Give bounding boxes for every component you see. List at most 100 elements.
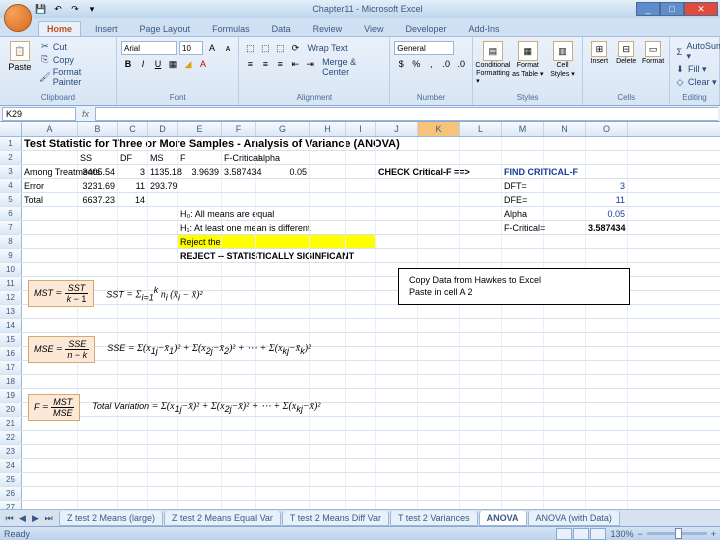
cell[interactable] [178,263,222,276]
conditional-formatting-button[interactable]: ▤ConditionalFormatting ▾ [477,41,509,85]
sheet-tab[interactable]: Z test 2 Means (large) [59,511,163,526]
cell[interactable] [148,137,178,150]
row-header-20[interactable]: 20 [0,403,22,416]
row-header-19[interactable]: 19 [0,389,22,402]
cell[interactable] [418,459,460,472]
cell[interactable] [78,459,118,472]
cell[interactable] [178,487,222,500]
cell[interactable] [418,333,460,346]
cell[interactable]: REJECT -- STATISTICALLY SIGINFICANT [178,249,222,262]
cell[interactable] [376,417,418,430]
cell[interactable] [544,347,586,360]
cell[interactable] [310,221,346,234]
cell[interactable] [586,487,628,500]
cell[interactable] [544,193,586,206]
cell[interactable] [222,473,256,486]
cell[interactable] [222,137,256,150]
maximize-button[interactable]: □ [660,2,684,16]
cell[interactable] [22,235,78,248]
cell[interactable] [544,403,586,416]
cell[interactable] [310,207,346,220]
cell[interactable] [460,235,502,248]
cell[interactable] [256,263,310,276]
currency-button[interactable]: $ [394,57,408,71]
cell[interactable] [310,319,346,332]
cell[interactable] [544,445,586,458]
cell-grid[interactable]: 1Test Statistic for Three or More Sample… [0,137,720,515]
cell[interactable] [460,445,502,458]
row-header-5[interactable]: 5 [0,193,22,206]
cell[interactable] [418,487,460,500]
cell[interactable] [544,179,586,192]
cell[interactable] [502,431,544,444]
cell[interactable]: H₁: At least one mean is different [178,221,222,234]
cell[interactable] [256,193,310,206]
cell[interactable] [502,347,544,360]
row-header-23[interactable]: 23 [0,445,22,458]
cell[interactable]: Test Statistic for Three or More Samples… [22,137,78,150]
indent-dec-button[interactable]: ⇤ [288,57,302,71]
delete-cells-button[interactable]: ⊟Delete [614,41,638,65]
col-header-O[interactable]: O [586,122,628,136]
cell[interactable] [256,221,310,234]
cell[interactable]: 3 [118,165,148,178]
cell[interactable] [418,193,460,206]
italic-button[interactable]: I [136,57,150,71]
orientation-button[interactable]: ⟳ [288,41,302,55]
row-header-16[interactable]: 16 [0,347,22,360]
cell[interactable] [418,473,460,486]
cell[interactable]: 3.9639 [178,165,222,178]
sheet-tab[interactable]: T test 2 Variances [390,511,478,526]
insert-cells-button[interactable]: ⊞Insert [587,41,611,65]
cell[interactable] [222,445,256,458]
cell[interactable] [460,403,502,416]
cell[interactable] [544,375,586,388]
cell[interactable]: 11 [118,179,148,192]
cell[interactable] [586,417,628,430]
cell[interactable] [222,305,256,318]
row-header-2[interactable]: 2 [0,151,22,164]
cell[interactable] [460,333,502,346]
cell[interactable] [376,193,418,206]
grow-font-button[interactable]: A [205,41,219,55]
view-layout-button[interactable] [573,528,589,540]
cell[interactable] [346,221,376,234]
cell[interactable] [118,375,148,388]
cell[interactable] [376,431,418,444]
cell[interactable] [586,319,628,332]
cell[interactable] [310,179,346,192]
cell[interactable] [256,235,310,248]
cell-styles-button[interactable]: ▥CellStyles ▾ [547,41,579,78]
row-header-1[interactable]: 1 [0,137,22,150]
cell[interactable] [376,403,418,416]
cell[interactable] [544,417,586,430]
cell[interactable] [418,361,460,374]
cell[interactable] [256,431,310,444]
cell[interactable] [148,445,178,458]
cell[interactable] [78,263,118,276]
cell[interactable] [310,473,346,486]
qat-more-icon[interactable]: ▾ [85,2,99,16]
tab-addins[interactable]: Add-Ins [461,22,508,36]
cell[interactable] [310,263,346,276]
cell[interactable] [256,445,310,458]
tab-review[interactable]: Review [305,22,351,36]
tab-insert[interactable]: Insert [87,22,126,36]
cell[interactable] [346,375,376,388]
cell[interactable] [418,235,460,248]
cell[interactable] [460,347,502,360]
cell[interactable] [148,473,178,486]
cell[interactable] [22,151,78,164]
cell[interactable] [310,487,346,500]
cell[interactable] [502,403,544,416]
cell[interactable] [460,179,502,192]
cell[interactable]: SS [78,151,118,164]
cell[interactable] [310,333,346,346]
cell[interactable]: F [178,151,222,164]
border-button[interactable]: ▦ [166,57,180,71]
formula-bar[interactable] [95,107,718,121]
cell[interactable] [346,319,376,332]
font-name-combo[interactable]: Arial [121,41,177,55]
align-top-button[interactable]: ⬚ [243,41,257,55]
cell[interactable] [502,137,544,150]
